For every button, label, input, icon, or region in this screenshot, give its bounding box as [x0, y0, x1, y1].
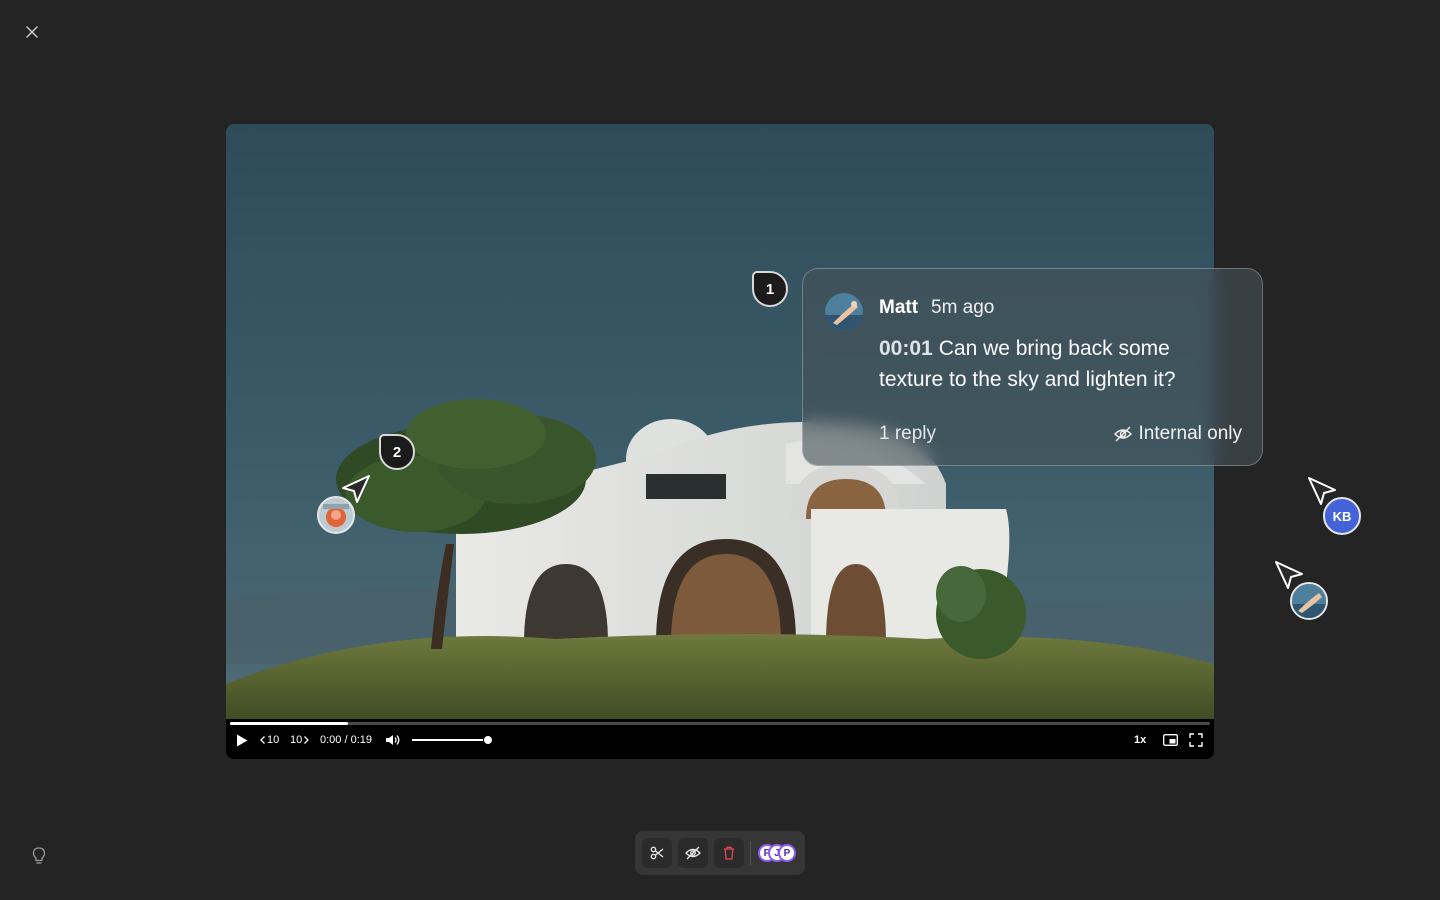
forward-label: 10	[290, 734, 303, 746]
avatar-image	[319, 498, 353, 532]
rewind-10-button[interactable]: 10	[260, 733, 279, 747]
collaborator-avatar	[317, 496, 355, 534]
volume-slider[interactable]	[412, 736, 493, 744]
rewind-label: 10	[267, 734, 280, 746]
scissors-icon	[650, 846, 664, 860]
cut-button[interactable]	[642, 838, 672, 868]
collaborator-avatar	[1290, 582, 1328, 620]
forward-icon	[304, 736, 310, 744]
time-display: 0:00 / 0:19	[320, 734, 372, 746]
comment-marker-2[interactable]: 2	[379, 434, 415, 470]
tips-button[interactable]	[32, 847, 52, 869]
forward-10-button[interactable]: 10	[290, 733, 310, 747]
comment-timecode[interactable]: 00:01	[879, 337, 933, 360]
visibility-label: Internal only	[1138, 423, 1242, 444]
volume-button[interactable]	[385, 733, 403, 747]
collaborator-avatar-kb: KB	[1323, 497, 1361, 535]
toolbar-avatar[interactable]: P	[778, 844, 796, 862]
bottom-toolbar: P J P	[635, 831, 805, 875]
lightbulb-icon	[32, 847, 46, 864]
play-icon	[237, 734, 248, 746]
eye-off-icon	[685, 846, 701, 860]
fullscreen-button[interactable]	[1189, 733, 1205, 747]
hide-button[interactable]	[678, 838, 708, 868]
progress-fill	[230, 722, 348, 725]
delete-button[interactable]	[714, 838, 744, 868]
comment-body: 00:01 Can we bring back some texture to t…	[879, 333, 1219, 395]
comment-author-avatar	[825, 293, 863, 331]
comment-timestamp: 5m ago	[931, 297, 995, 318]
close-button[interactable]	[22, 22, 42, 42]
play-button[interactable]	[236, 733, 250, 747]
eye-off-icon	[1114, 426, 1133, 442]
comment-marker-1[interactable]: 1	[752, 271, 788, 307]
player-controls: 10 10 0:00 / 0:19 1x	[226, 719, 1214, 759]
volume-icon	[386, 735, 400, 745]
progress-bar[interactable]	[230, 722, 1210, 725]
toolbar-divider	[750, 841, 751, 865]
playback-speed-button[interactable]: 1x	[1134, 733, 1146, 747]
avatar-image	[1292, 584, 1326, 618]
comment-author-name: Matt	[879, 297, 919, 318]
picture-in-picture-button[interactable]	[1163, 733, 1179, 747]
pip-icon	[1163, 734, 1178, 746]
reply-count-link[interactable]: 1 reply	[879, 423, 936, 445]
volume-knob[interactable]	[484, 736, 493, 744]
visibility-badge: Internal only	[1114, 423, 1242, 445]
rewind-icon	[260, 736, 265, 744]
close-icon	[26, 26, 38, 38]
trash-icon	[724, 846, 734, 860]
avatar-image	[825, 293, 863, 331]
comment-card[interactable]: Matt 5m ago 00:01 Can we bring back some …	[802, 268, 1263, 466]
fullscreen-icon	[1189, 733, 1203, 747]
